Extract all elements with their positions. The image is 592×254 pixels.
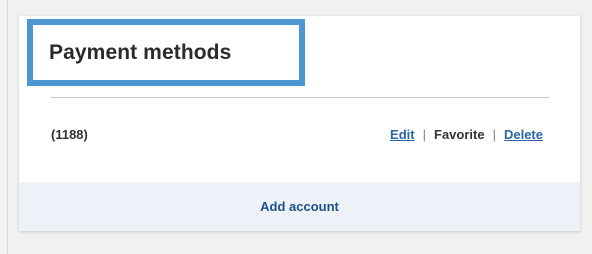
left-edge-rule bbox=[7, 0, 8, 254]
add-account-button[interactable]: Add account bbox=[260, 199, 339, 214]
action-separator: | bbox=[422, 127, 426, 142]
payment-methods-heading-highlight: Payment methods bbox=[27, 19, 305, 86]
payment-methods-title: Payment methods bbox=[49, 40, 232, 64]
card-footer: Add account bbox=[19, 182, 580, 231]
title-divider bbox=[51, 97, 549, 98]
delete-link[interactable]: Delete bbox=[504, 127, 543, 142]
action-separator: | bbox=[492, 127, 496, 142]
account-actions: Edit | Favorite | Delete bbox=[390, 127, 543, 142]
payment-methods-card: Payment methods (1188) Edit | Favorite |… bbox=[19, 16, 580, 231]
account-label: (1188) bbox=[51, 127, 88, 142]
edit-link[interactable]: Edit bbox=[390, 127, 415, 142]
payment-method-row: (1188) Edit | Favorite | Delete bbox=[51, 127, 543, 142]
favorite-label: Favorite bbox=[434, 127, 485, 142]
